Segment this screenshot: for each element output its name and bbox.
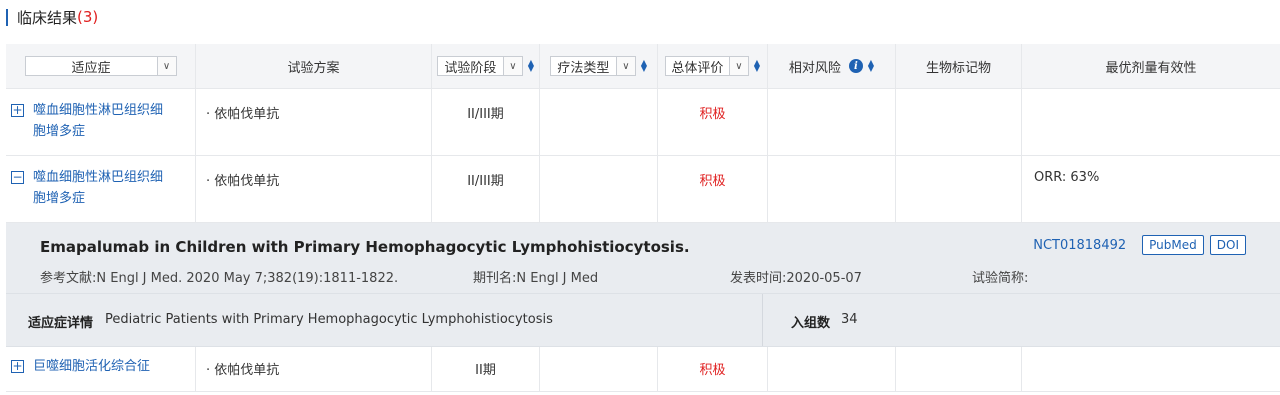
chevron-down-icon: ∨	[728, 57, 748, 75]
header-indication: 适应症 ∨	[6, 44, 196, 88]
collapse-icon[interactable]: −	[11, 171, 24, 184]
header-evaluation: 总体评价 ∨ ▲ ▼	[658, 44, 768, 88]
drug-name: · 依帕伐单抗	[196, 89, 432, 155]
therapy-filter-select[interactable]: 疗法类型 ∨	[549, 56, 636, 76]
pubmed-button[interactable]: PubMed	[1142, 235, 1204, 255]
expand-icon[interactable]: +	[11, 104, 24, 117]
indication-detail-value: Pediatric Patients with Primary Hemophag…	[105, 312, 553, 327]
risk-value	[768, 89, 896, 155]
indication-link[interactable]: 噬血细胞性淋巴组织细胞增多症	[33, 100, 173, 142]
efficacy-value	[1022, 89, 1280, 155]
section-header: 临床结果 (3)	[6, 7, 98, 27]
nct-link[interactable]: NCT01818492	[1033, 238, 1126, 253]
chevron-down-icon: ∨	[156, 57, 176, 75]
expand-icon[interactable]: +	[11, 360, 24, 373]
info-icon[interactable]: i	[848, 59, 863, 73]
trial-detail-panel: Emapalumab in Children with Primary Hemo…	[6, 223, 1280, 294]
publication-title: Emapalumab in Children with Primary Hemo…	[40, 238, 690, 256]
biomarker-value	[896, 156, 1022, 222]
evaluation-value: 积极	[658, 89, 768, 155]
header-plan: 试验方案	[196, 44, 432, 88]
chevron-down-icon: ∨	[502, 57, 522, 75]
phase-value: II/III期	[432, 156, 540, 222]
sort-icon[interactable]: ▲ ▼	[868, 59, 874, 73]
detail-links: NCT01818492 PubMed DOI	[1033, 235, 1246, 255]
table-row: + 噬血细胞性淋巴组织细胞增多症 · 依帕伐单抗 II/III期 积极	[6, 89, 1280, 156]
enrollment-value: 34	[841, 312, 858, 327]
sort-icon[interactable]: ▲ ▼	[641, 59, 647, 73]
section-count: (3)	[77, 8, 99, 26]
evaluation-value: 积极	[658, 347, 768, 391]
evaluation-filter-select[interactable]: 总体评价 ∨	[664, 56, 749, 76]
table-row: − 噬血细胞性淋巴组织细胞增多症 · 依帕伐单抗 II/III期 积极 ORR:…	[6, 156, 1280, 223]
indication-filter-select[interactable]: 适应症 ∨	[24, 56, 177, 76]
therapy-value	[540, 156, 658, 222]
drug-name: · 依帕伐单抗	[196, 156, 432, 222]
trial-short-name: 试验简称:	[972, 271, 1029, 286]
sort-icon[interactable]: ▲ ▼	[528, 59, 534, 73]
evaluation-value: 积极	[658, 156, 768, 222]
table-row: + 巨噬细胞活化综合征 · 依帕伐单抗 II期 积极	[6, 347, 1280, 392]
risk-value	[768, 156, 896, 222]
biomarker-value	[896, 89, 1022, 155]
doi-button[interactable]: DOI	[1209, 235, 1246, 255]
header-relative-risk: 相对风险 i ▲ ▼	[768, 44, 896, 88]
efficacy-value: ORR: 63%	[1034, 170, 1100, 185]
journal-text: 期刊名:N Engl J Med	[473, 271, 599, 286]
published-date: 发表时间:2020-05-07	[730, 271, 862, 286]
table-header-row: 适应症 ∨ 试验方案 试验阶段 ∨ ▲ ▼ 疗法类型 ∨ ▲ ▼ 总体评价 ∨ ▲ ▼	[6, 44, 1280, 89]
sort-icon[interactable]: ▲ ▼	[754, 59, 760, 73]
chevron-down-icon: ∨	[615, 57, 635, 75]
phase-value: II/III期	[432, 89, 540, 155]
indication-link[interactable]: 巨噬细胞活化综合征	[33, 356, 195, 377]
phase-value: II期	[432, 347, 540, 391]
trial-detail-subpanel: 适应症详情 Pediatric Patients with Primary He…	[6, 294, 1280, 347]
header-therapy: 疗法类型 ∨ ▲ ▼	[540, 44, 658, 88]
drug-name: · 依帕伐单抗	[196, 347, 432, 391]
header-phase: 试验阶段 ∨ ▲ ▼	[432, 44, 540, 88]
header-best-dose: 最优剂量有效性	[1105, 60, 1197, 76]
phase-filter-select[interactable]: 试验阶段 ∨	[436, 56, 523, 76]
section-accent-bar	[6, 8, 8, 26]
header-biomarker: 生物标记物	[896, 44, 1022, 88]
therapy-value	[540, 89, 658, 155]
divider	[762, 294, 763, 346]
enrollment-label: 入组数	[791, 316, 831, 331]
section-title: 临床结果	[17, 8, 78, 27]
indication-detail-label: 适应症详情	[28, 316, 94, 331]
reference-text: 参考文献:N Engl J Med. 2020 May 7;382(19):18…	[40, 271, 399, 286]
clinical-results-table: 适应症 ∨ 试验方案 试验阶段 ∨ ▲ ▼ 疗法类型 ∨ ▲ ▼ 总体评价 ∨ ▲ ▼	[6, 44, 1280, 392]
indication-link[interactable]: 噬血细胞性淋巴组织细胞增多症	[33, 167, 173, 209]
